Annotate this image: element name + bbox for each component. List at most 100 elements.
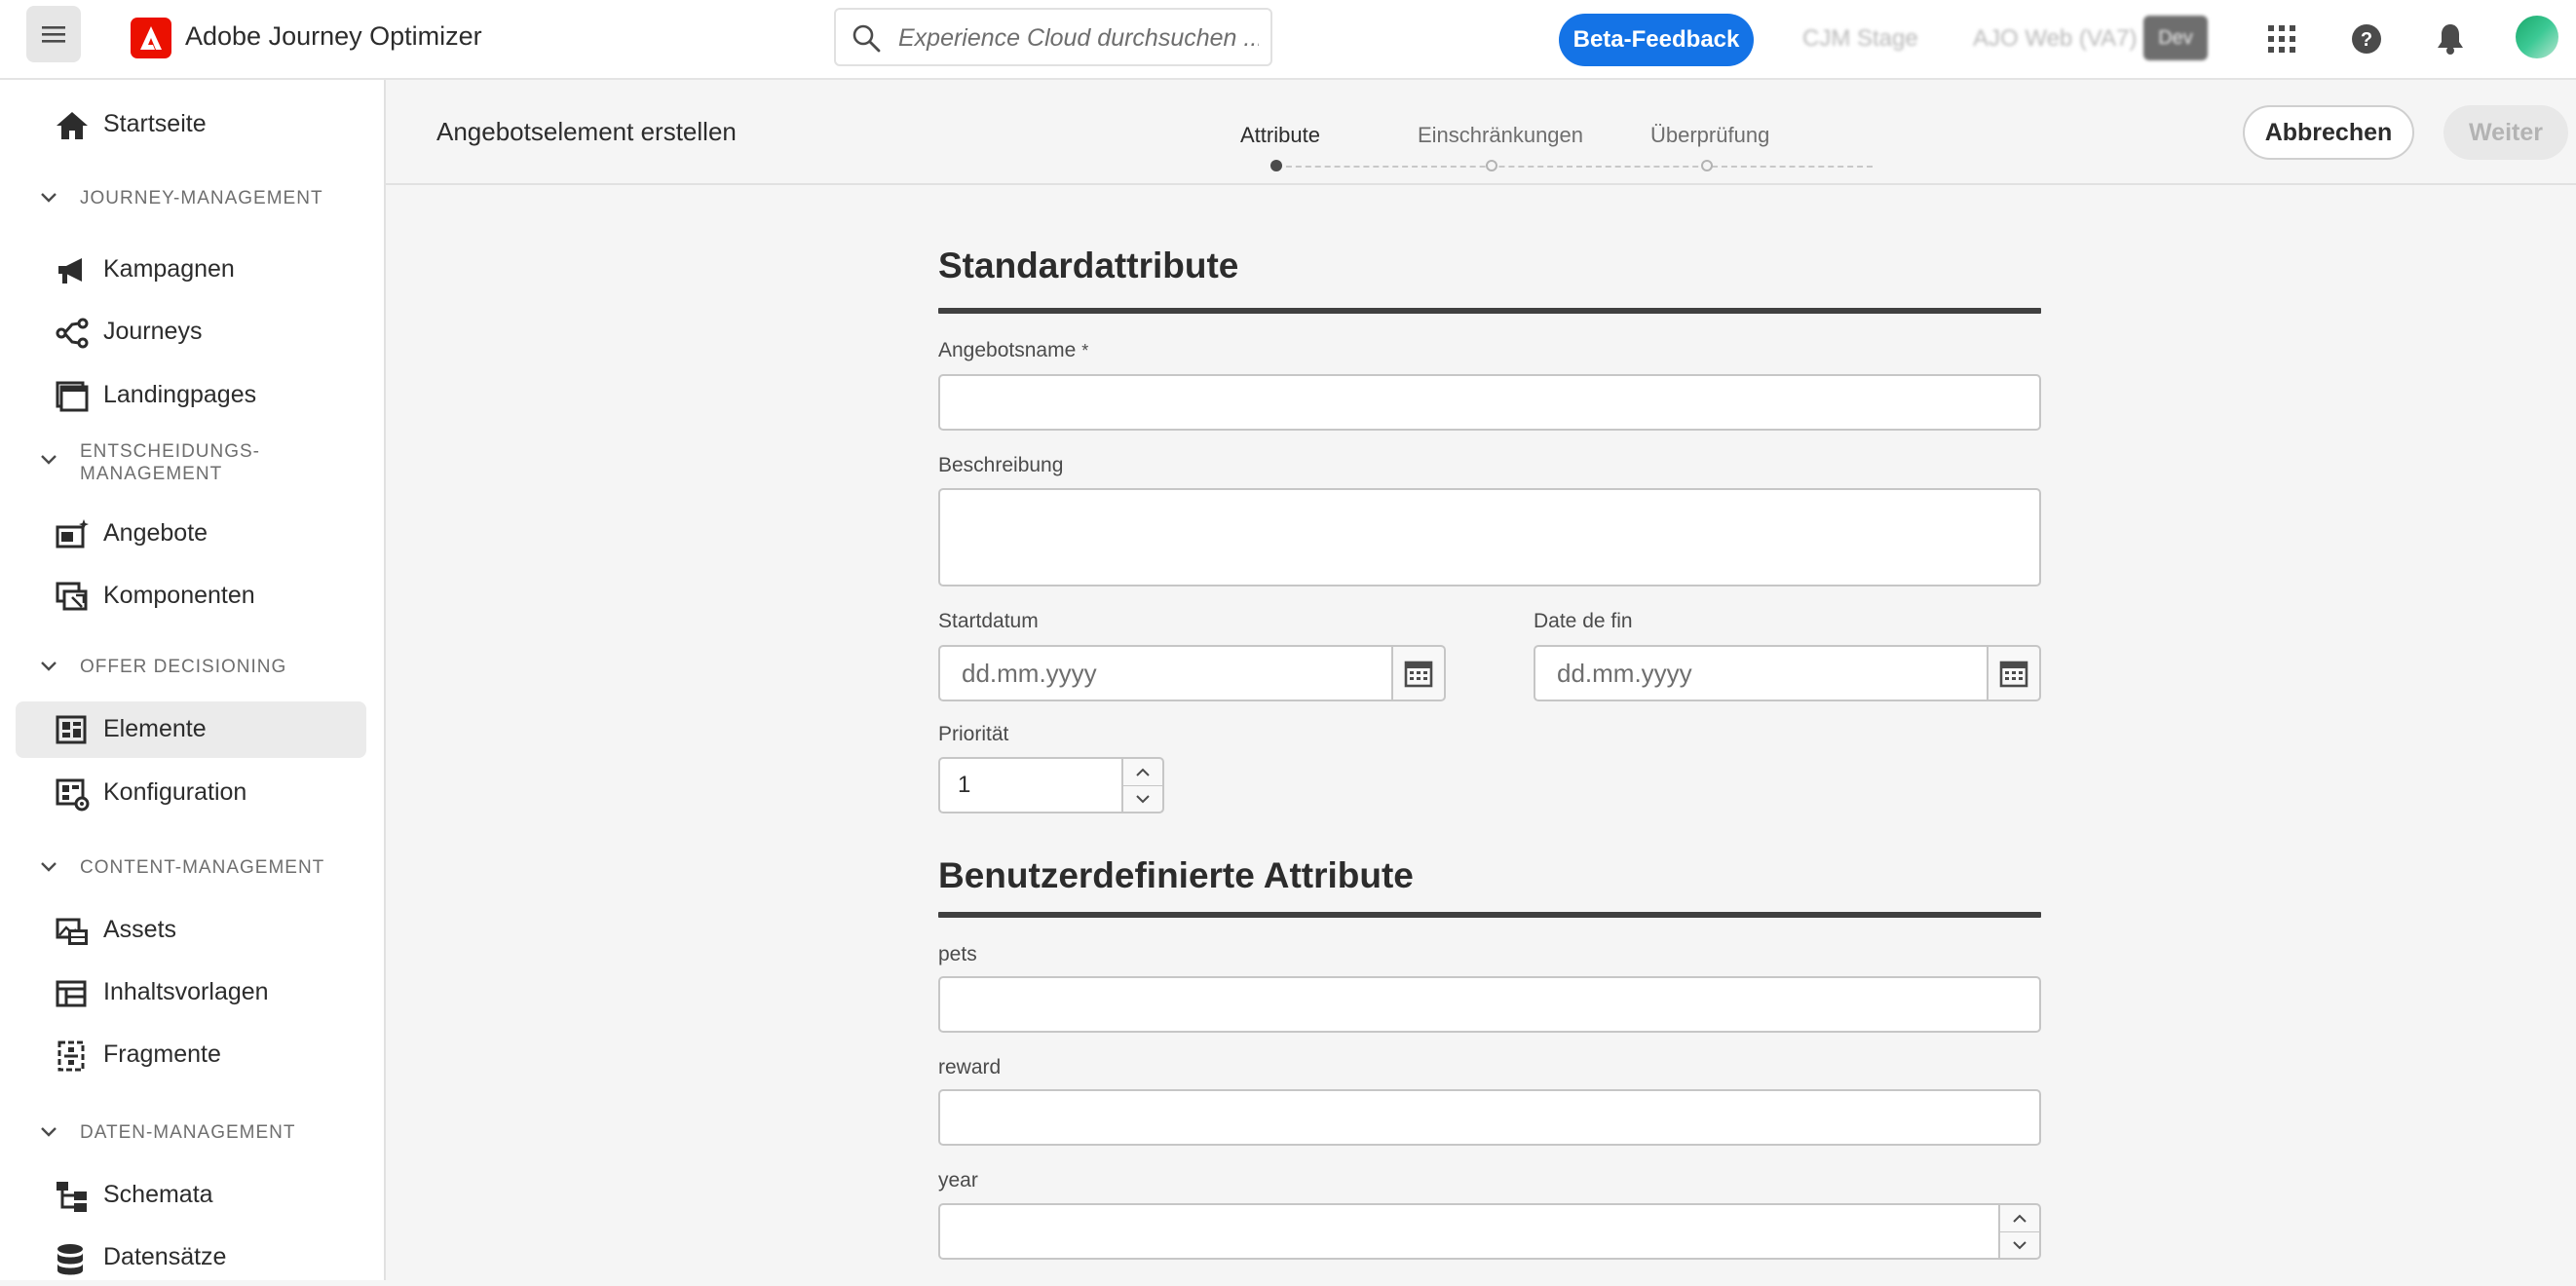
section-label: JOURNEY-MANAGEMENT xyxy=(80,188,323,208)
field-label-pets: pets xyxy=(938,943,977,965)
top-bar: Adobe Journey Optimizer Beta-Feedback CJ… xyxy=(0,0,2576,80)
start-date-picker xyxy=(938,645,1446,701)
sidebar-item-label: Komponenten xyxy=(103,582,255,609)
environment-badge: Dev xyxy=(2143,16,2208,60)
sidebar-item-home[interactable]: Startseite xyxy=(16,96,366,153)
year-increment-button[interactable] xyxy=(2000,1205,2039,1232)
sidebar-item-label: Journeys xyxy=(103,318,203,345)
year-stepper-buttons xyxy=(1998,1203,2041,1260)
left-nav: Startseite JOURNEY-MANAGEMENT Kampagnen … xyxy=(0,80,386,1280)
offer-icon xyxy=(56,519,89,548)
user-avatar[interactable] xyxy=(2516,16,2558,58)
sidebar-item-label: Startseite xyxy=(103,110,207,137)
end-date-calendar-button[interactable] xyxy=(1987,645,2041,701)
sidebar-item-label: Landingpages xyxy=(103,381,257,408)
year-input[interactable] xyxy=(938,1203,1998,1260)
description-textarea[interactable] xyxy=(938,488,2041,586)
bell-icon xyxy=(2438,24,2463,55)
sidebar-item-datensaetze[interactable]: Datensätze xyxy=(16,1229,366,1286)
section-label: ENTSCHEIDUNGS- MANAGEMENT xyxy=(80,441,261,484)
field-label-year: year xyxy=(938,1169,978,1191)
chevron-down-icon xyxy=(41,1127,57,1137)
chevron-down-icon xyxy=(41,193,57,203)
search-icon xyxy=(852,24,881,53)
sidebar-item-landingpages[interactable]: Landingpages xyxy=(16,367,366,424)
offer-name-input[interactable] xyxy=(938,374,2041,431)
next-button[interactable]: Weiter xyxy=(2443,105,2568,160)
app-name: Adobe Journey Optimizer xyxy=(185,21,482,51)
sidebar-item-label: Inhaltsvorlagen xyxy=(103,978,269,1005)
step-restrictions: Einschränkungen xyxy=(1418,123,1584,147)
sidebar-item-label: Schemata xyxy=(103,1181,213,1208)
chevron-up-icon xyxy=(1136,768,1150,776)
sidebar-item-fragmente[interactable]: Fragmente xyxy=(16,1027,366,1083)
notifications-button[interactable] xyxy=(2431,19,2470,58)
field-label-start-date: Startdatum xyxy=(938,610,1039,632)
step-indicator xyxy=(1701,160,1713,171)
sidebar-item-elemente[interactable]: Elemente xyxy=(16,701,366,758)
sidebar-item-label: Assets xyxy=(103,916,177,943)
year-decrement-button[interactable] xyxy=(2000,1231,2039,1258)
adobe-logo[interactable] xyxy=(131,18,171,58)
sidebar-item-label: Datensätze xyxy=(103,1243,227,1270)
sidebar-item-journeys[interactable]: Journeys xyxy=(16,304,366,360)
step-connector xyxy=(1276,166,1873,168)
step-attribute: Attribute xyxy=(1240,123,1320,147)
field-label-reward: reward xyxy=(938,1056,1002,1078)
menu-toggle-button[interactable] xyxy=(26,6,81,62)
sidebar-item-schemata[interactable]: Schemata xyxy=(16,1167,366,1224)
chevron-down-icon xyxy=(41,662,57,671)
beta-feedback-button[interactable]: Beta-Feedback xyxy=(1559,14,1754,66)
sidebar-item-konfiguration[interactable]: Konfiguration xyxy=(16,765,366,821)
assets-icon xyxy=(56,918,88,945)
chevron-down-icon xyxy=(2013,1240,2027,1249)
priority-increment-button[interactable] xyxy=(1123,759,1162,786)
start-date-calendar-button[interactable] xyxy=(1391,645,1446,701)
pets-input[interactable] xyxy=(938,976,2041,1033)
sidebar-item-assets[interactable]: Assets xyxy=(16,902,366,959)
field-label-priority: Priorität xyxy=(938,723,1009,745)
elements-icon xyxy=(56,715,87,744)
schema-icon xyxy=(57,1182,87,1212)
sandbox-switcher[interactable]: AJO Web (VA7) xyxy=(1973,25,2138,53)
calendar-icon xyxy=(1404,661,1433,688)
sidebar-item-angebote[interactable]: Angebote xyxy=(16,506,366,562)
cancel-button[interactable]: Abbrechen xyxy=(2243,105,2414,160)
priority-stepper-buttons xyxy=(1121,757,1164,813)
heading-divider xyxy=(938,912,2041,918)
section-label: DATEN-MANAGEMENT xyxy=(80,1122,296,1143)
section-label: OFFER DECISIONING xyxy=(80,657,287,677)
year-stepper xyxy=(938,1203,2041,1260)
step-indicator xyxy=(1486,160,1497,171)
step-review: Überprüfung xyxy=(1650,123,1770,147)
help-button[interactable]: ? xyxy=(2347,19,2386,58)
sidebar-item-komponenten[interactable]: Komponenten xyxy=(16,568,366,624)
step-indicator-current xyxy=(1270,160,1282,171)
global-search[interactable] xyxy=(834,8,1272,66)
svg-text:?: ? xyxy=(2361,29,2372,51)
content-template-icon xyxy=(56,980,87,1007)
start-date-input[interactable] xyxy=(938,645,1391,701)
field-label-offer-name: Angebotsname * xyxy=(938,339,1089,361)
sidebar-item-label: Fragmente xyxy=(103,1040,221,1068)
sidebar-item-label: Konfiguration xyxy=(103,778,247,806)
search-input[interactable] xyxy=(896,16,1261,60)
org-switcher[interactable]: CJM Stage xyxy=(1802,25,1918,53)
app-switcher-button[interactable] xyxy=(2262,19,2301,58)
sidebar-item-label: Kampagnen xyxy=(103,255,235,283)
chevron-down-icon xyxy=(41,455,57,465)
sidebar-item-kampagnen[interactable]: Kampagnen xyxy=(16,242,366,298)
end-date-input[interactable] xyxy=(1534,645,1987,701)
components-icon xyxy=(56,582,88,611)
calendar-icon xyxy=(1999,661,2028,688)
section-heading-custom: Benutzerdefinierte Attribute xyxy=(938,855,1414,895)
reward-input[interactable] xyxy=(938,1089,2041,1146)
priority-input[interactable] xyxy=(938,757,1121,813)
sidebar-item-inhaltsvorlagen[interactable]: Inhaltsvorlagen xyxy=(16,964,366,1021)
required-marker: * xyxy=(1081,341,1089,360)
journey-icon xyxy=(56,318,89,349)
page-title: Angebotselement erstellen xyxy=(436,117,737,146)
priority-stepper xyxy=(938,757,1164,813)
end-date-picker xyxy=(1534,645,2041,701)
priority-decrement-button[interactable] xyxy=(1123,785,1162,812)
